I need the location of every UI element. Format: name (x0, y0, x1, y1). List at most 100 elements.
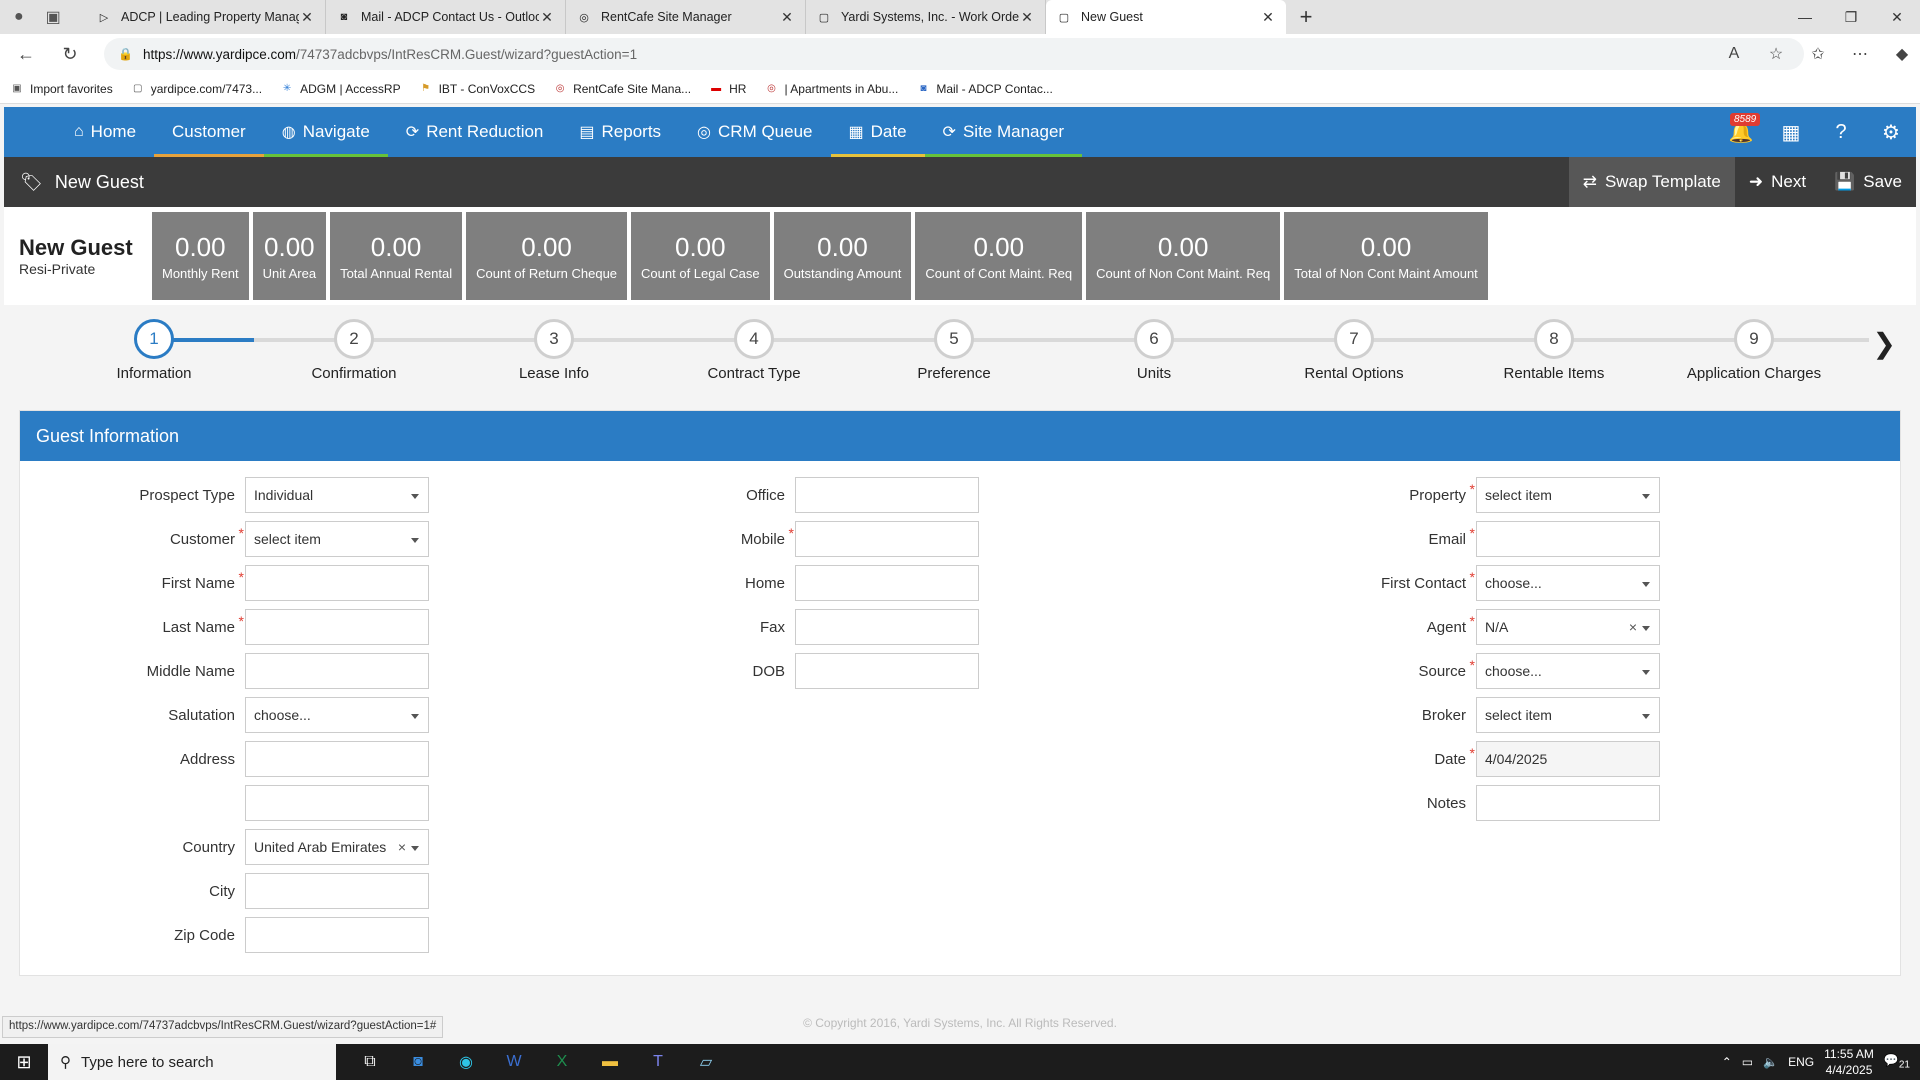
file-explorer-icon[interactable]: ▬ (586, 1044, 634, 1080)
language-indicator[interactable]: ENG (1788, 1055, 1814, 1069)
email-field[interactable] (1476, 521, 1660, 557)
tray-chevron-icon[interactable]: ⌃ (1722, 1055, 1732, 1069)
stat-tile[interactable]: 0.00 Total Annual Rental (330, 212, 463, 300)
task-view-icon[interactable]: ⧉ (346, 1044, 394, 1080)
mobile-field[interactable] (795, 521, 979, 557)
tab-actions-icon[interactable]: ▣ (46, 7, 61, 27)
favorite-link[interactable]: ⚑ IBT - ConVoxCCS (419, 82, 535, 96)
browser-tab[interactable]: ▢ Yardi Systems, Inc. - Work Order # ✕ (806, 0, 1046, 34)
salutation-select[interactable]: choose... (245, 697, 429, 733)
wizard-step-preference[interactable]: 5 Preference (874, 319, 1034, 382)
browser-tab[interactable]: ▷ ADCP | Leading Property Manage ✕ (86, 0, 326, 34)
first-name-field[interactable] (245, 565, 429, 601)
close-tab-icon[interactable]: ✕ (1019, 9, 1035, 26)
word-app-icon[interactable]: W (490, 1044, 538, 1080)
teams-app-icon[interactable]: T (634, 1044, 682, 1080)
stat-tile[interactable]: 0.00 Outstanding Amount (773, 212, 912, 300)
wizard-step-information[interactable]: 1 Information (74, 319, 234, 382)
last-name-field[interactable] (245, 609, 429, 645)
windows-start-icon[interactable]: ⊞ (0, 1044, 48, 1080)
wizard-step-units[interactable]: 6 Units (1074, 319, 1234, 382)
nav-item-home[interactable]: ⌂ Home (56, 107, 155, 157)
edge-app-icon[interactable]: ◉ (442, 1044, 490, 1080)
nav-item-crm-queue[interactable]: ◎ CRM Queue (679, 107, 831, 157)
address-line-2-field[interactable] (245, 785, 429, 821)
nav-item-rent-reduction[interactable]: ⟳ Rent Reduction (387, 107, 562, 157)
excel-app-icon[interactable]: X (538, 1044, 586, 1080)
address-field[interactable] (245, 741, 429, 777)
zip-code-field[interactable] (245, 917, 429, 953)
browser-tab[interactable]: ▢ New Guest ✕ (1046, 0, 1286, 34)
nav-item-reports[interactable]: ▤ Reports (561, 107, 680, 157)
fax-field[interactable] (795, 609, 979, 645)
nav-item-customer[interactable]: Customer (154, 107, 264, 157)
stat-tile[interactable]: 0.00 Total of Non Cont Maint Amount (1284, 212, 1488, 300)
notes-field[interactable] (1476, 785, 1660, 821)
next-button[interactable]: ➜ Next (1735, 157, 1820, 207)
customer-select[interactable]: select item (245, 521, 429, 557)
close-tab-icon[interactable]: ✕ (1260, 9, 1276, 26)
favorite-link[interactable]: ◎ RentCafe Site Mana... (553, 82, 691, 96)
stat-tile[interactable]: 0.00 Monthly Rent (152, 212, 249, 300)
stat-tile[interactable]: 0.00 Count of Non Cont Maint. Req (1086, 212, 1281, 300)
dob-field[interactable] (795, 653, 979, 689)
settings-gear-icon[interactable]: ⚙ (1866, 107, 1916, 157)
favorite-link[interactable]: ◙ Mail - ADCP Contac... (916, 82, 1053, 96)
clock[interactable]: 11:55 AM 4/4/2025 (1824, 1046, 1874, 1078)
date-field[interactable]: 4/04/2025 (1476, 741, 1660, 777)
close-window-icon[interactable]: ✕ (1874, 0, 1920, 34)
copilot-icon[interactable]: ◆ (1884, 38, 1920, 70)
favorite-link[interactable]: ◎ | Apartments in Abu... (764, 82, 898, 96)
nav-item-navigate[interactable]: ◍ Navigate (263, 107, 388, 157)
more-menu-icon[interactable]: ⋯ (1842, 38, 1878, 70)
property-select[interactable]: select item (1476, 477, 1660, 513)
network-icon[interactable]: ▭ (1742, 1055, 1753, 1069)
stat-tile[interactable]: 0.00 Count of Cont Maint. Req (915, 212, 1083, 300)
help-icon[interactable]: ? (1816, 107, 1866, 157)
read-aloud-icon[interactable]: A (1716, 38, 1752, 70)
broker-select[interactable]: select item (1476, 697, 1660, 733)
wizard-next-chevron-icon[interactable]: ❯ (1873, 327, 1896, 360)
middle-name-field[interactable] (245, 653, 429, 689)
url-field[interactable]: 🔒 https://www.yardipce.com/74737adcbvps/… (104, 38, 1804, 70)
wizard-step-rental-options[interactable]: 7 Rental Options (1274, 319, 1434, 382)
taskbar-search[interactable]: ⚲ Type here to search (48, 1044, 336, 1080)
city-field[interactable] (245, 873, 429, 909)
nav-item-site-manager[interactable]: ⟳ Site Manager (924, 107, 1083, 157)
favorites-icon[interactable]: ✩ (1800, 38, 1836, 70)
office-field[interactable] (795, 477, 979, 513)
prospect-type-select[interactable]: Individual (245, 477, 429, 513)
restore-icon[interactable]: ❐ (1828, 0, 1874, 34)
first-contact-select[interactable]: choose... (1476, 565, 1660, 601)
clear-icon[interactable]: × (398, 839, 406, 855)
wizard-step-confirmation[interactable]: 2 Confirmation (274, 319, 434, 382)
star-icon[interactable]: ☆ (1758, 38, 1794, 70)
refresh-icon[interactable]: ↻ (52, 36, 88, 72)
favorite-link[interactable]: ▣ Import favorites (10, 82, 112, 96)
favorite-link[interactable]: ▢ yardipce.com/7473... (131, 82, 262, 96)
browser-tab[interactable]: ◎ RentCafe Site Manager ✕ (566, 0, 806, 34)
stat-tile[interactable]: 0.00 Count of Legal Case (631, 212, 770, 300)
profile-icon[interactable]: ● (14, 8, 24, 26)
home-field[interactable] (795, 565, 979, 601)
wizard-step-lease-info[interactable]: 3 Lease Info (474, 319, 634, 382)
close-tab-icon[interactable]: ✕ (779, 9, 795, 26)
favorite-link[interactable]: ✳ ADGM | AccessRP (280, 82, 401, 96)
agent-select[interactable]: N/A × (1476, 609, 1660, 645)
notification-center-icon[interactable]: 💬21 (1884, 1053, 1910, 1070)
wizard-step-contract-type[interactable]: 4 Contract Type (674, 319, 834, 382)
stat-tile[interactable]: 0.00 Count of Return Cheque (466, 212, 628, 300)
stat-tile[interactable]: 0.00 Unit Area (252, 212, 327, 300)
swap-template-button[interactable]: ⇄ Swap Template (1568, 157, 1735, 207)
minimize-icon[interactable]: — (1782, 0, 1828, 34)
save-button[interactable]: 💾 Save (1820, 157, 1916, 207)
wizard-step-application-charges[interactable]: 9 Application Charges (1674, 319, 1834, 382)
outlook-app-icon[interactable]: ◙ (394, 1044, 442, 1080)
browser-tab[interactable]: ◙ Mail - ADCP Contact Us - Outlook ✕ (326, 0, 566, 34)
close-tab-icon[interactable]: ✕ (539, 9, 555, 26)
apps-grid-icon[interactable]: ▦ (1766, 107, 1816, 157)
volume-icon[interactable]: 🔈 (1763, 1055, 1778, 1069)
country-select[interactable]: United Arab Emirates × (245, 829, 429, 865)
new-tab-button[interactable]: + (1286, 0, 1326, 34)
clear-icon[interactable]: × (1629, 619, 1637, 635)
